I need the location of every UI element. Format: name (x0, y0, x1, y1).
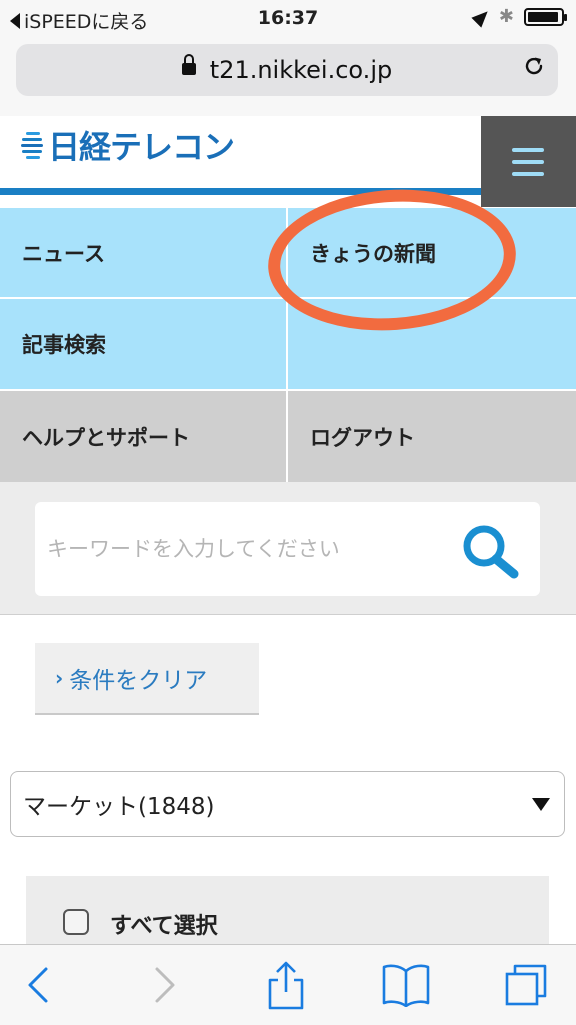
category-select[interactable]: マーケット(1848) (10, 771, 565, 837)
search-box (35, 502, 540, 596)
status-bar: iSPEEDに戻る 16:37 ✱ (0, 0, 576, 36)
nav-logout-label: ログアウト (310, 425, 415, 450)
url-text: t21.nikkei.co.jp (209, 56, 393, 84)
nav-help-support-label: ヘルプとサポート (22, 425, 190, 450)
share-button[interactable] (256, 959, 316, 1011)
location-icon (471, 5, 493, 28)
search-icon[interactable] (458, 522, 522, 580)
battery-icon (524, 7, 567, 26)
back-button[interactable] (8, 959, 68, 1011)
nav-todays-paper-label: きょうの新聞 (310, 241, 436, 266)
bookmarks-button[interactable] (376, 959, 436, 1011)
site-header: 日経テレコン (0, 116, 576, 210)
nav-logout[interactable]: ログアウト (288, 391, 576, 482)
share-icon (268, 961, 304, 1010)
chevron-right-icon (155, 967, 175, 1003)
logo-mark-icon (21, 132, 43, 159)
bluetooth-icon: ✱ (498, 6, 514, 27)
search-input[interactable] (45, 530, 449, 568)
tabs-button[interactable] (496, 959, 556, 1011)
site-logo[interactable]: 日経テレコン (20, 122, 235, 168)
header-accent-line (0, 188, 482, 195)
search-section (0, 482, 576, 615)
chevron-right-icon: › (55, 666, 64, 690)
filter-section: › 条件をクリア マーケット(1848) すべて選択 (0, 615, 576, 956)
logo-text: 日経テレコン (48, 128, 235, 166)
nav-article-search[interactable]: 記事検索 (0, 299, 286, 389)
clear-conditions-label: 条件をクリア (69, 668, 208, 694)
lock-icon (181, 54, 196, 75)
select-all-label[interactable]: すべて選択 (110, 908, 218, 940)
nav-empty-cell (288, 299, 576, 389)
book-icon (382, 964, 430, 1007)
clear-conditions-button[interactable]: › 条件をクリア (35, 643, 259, 715)
status-icons: ✱ (471, 5, 567, 28)
chevron-left-icon (28, 967, 48, 1003)
hamburger-menu-button[interactable] (481, 116, 576, 207)
address-bar[interactable]: t21.nikkei.co.jp (16, 44, 558, 96)
forward-button[interactable] (135, 959, 195, 1011)
select-all-checkbox[interactable] (63, 909, 89, 935)
nav-help-support[interactable]: ヘルプとサポート (0, 391, 286, 482)
dropdown-arrow-icon (532, 798, 550, 811)
reload-icon[interactable] (522, 54, 546, 78)
nav-news[interactable]: ニュース (0, 208, 286, 297)
nav-todays-paper[interactable]: きょうの新聞 (288, 208, 576, 297)
nav-article-search-label: 記事検索 (22, 333, 106, 357)
tabs-icon (505, 964, 547, 1006)
url-display[interactable]: t21.nikkei.co.jp (16, 54, 558, 84)
browser-toolbar (0, 944, 576, 1025)
nav-news-label: ニュース (22, 241, 105, 266)
category-select-value: マーケット(1848) (23, 794, 215, 820)
main-nav: ニュース きょうの新聞 記事検索 ヘルプとサポート ログアウト (0, 208, 576, 482)
browser-address-area: t21.nikkei.co.jp (0, 36, 576, 117)
